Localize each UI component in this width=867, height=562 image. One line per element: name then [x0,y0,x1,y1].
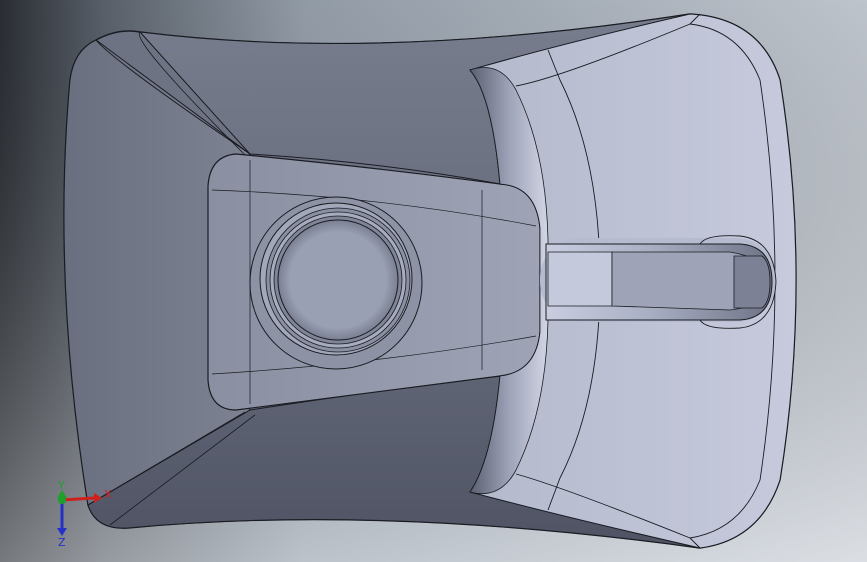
x-axis-arrow [94,493,102,503]
axis-triad: X Y Z [57,479,112,548]
y-axis-label: Y [57,479,65,492]
z-axis-arrow [57,528,67,536]
slot-inner [547,251,613,307]
x-axis-label: X [104,488,112,501]
x-axis-line [61,496,95,502]
triad-origin [58,496,66,504]
model-3d-view[interactable] [0,0,867,562]
slot-end-face [733,255,771,309]
boss-top-face[interactable] [277,219,399,341]
graphics-viewport[interactable]: X Y Z [0,0,867,562]
z-axis-label: Z [58,536,66,548]
